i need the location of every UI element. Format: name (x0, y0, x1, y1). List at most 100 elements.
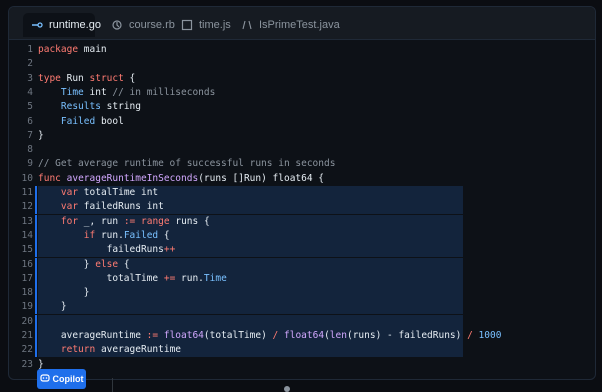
code-line: 1 package main (9, 43, 595, 57)
line-number: 23 (21, 358, 33, 370)
line-number: 16 (21, 258, 33, 270)
line-code: Results string (38, 100, 141, 114)
code-token: main (78, 44, 107, 55)
code-token: float64 (163, 330, 204, 341)
line-number: 19 (21, 301, 33, 313)
java-icon (241, 19, 253, 31)
line-code: } (38, 129, 44, 143)
selection-gutter-marker (35, 329, 37, 343)
tab-runtime-go[interactable]: runtime.go (23, 13, 101, 37)
code-token: var (60, 201, 79, 213)
line-number: 9 (27, 158, 33, 170)
code-line: 12 var failedRuns int (9, 200, 595, 215)
code-line: 21 averageRuntime := float64(totalTime) … (9, 329, 595, 343)
code-token: averageRuntime (38, 330, 147, 341)
code-token: int (83, 86, 113, 98)
line-code: totalTime += run.Time (38, 272, 227, 286)
divider (112, 378, 113, 392)
line-code: } (38, 286, 90, 300)
code-line: 9 // Get average runtime of successful ru… (9, 157, 595, 171)
code-line: 3 type Run struct { (9, 72, 595, 86)
selection-gutter-marker (35, 186, 37, 200)
code-token: failedRuns int (78, 201, 164, 213)
line-number: 1 (27, 44, 33, 55)
line-code: averageRuntime := float64(totalTime) / f… (38, 329, 502, 343)
tab-course-rb[interactable]: course.rb (103, 13, 175, 37)
line-number: 5 (27, 101, 33, 113)
code-line: 14 if run.Failed { (9, 228, 595, 243)
code-token: totalTime (38, 272, 164, 284)
code-line: 22 return averageRuntime (9, 343, 595, 358)
selection-gutter-marker (35, 228, 37, 243)
code-token: (runs []Run) float64 { (198, 172, 325, 184)
code-token: Run (60, 72, 90, 84)
selection-gutter-marker (35, 257, 37, 272)
code-token: // in milliseconds (112, 86, 216, 98)
code-token: type (38, 72, 61, 84)
line-code: if run.Failed { (38, 229, 170, 243)
line-number: 8 (27, 144, 33, 156)
tab-isprimetest-java[interactable]: IsPrimeTest.java (233, 13, 340, 37)
code-line: 16 } else { (9, 257, 595, 272)
go-icon (31, 19, 43, 31)
selection-highlight (38, 286, 463, 301)
code-token: averageRuntime (95, 344, 182, 356)
line-code: } (38, 300, 67, 314)
selection-highlight (38, 314, 463, 329)
code-token: bool (95, 115, 124, 127)
copilot-label: Copilot (52, 374, 84, 384)
line-code: package main (38, 43, 107, 57)
code-line: 18 } (9, 286, 595, 301)
line-number: 13 (21, 215, 33, 227)
code-token: (totalTime) (203, 330, 273, 341)
code-token: Time (60, 86, 84, 98)
code-line: 19 } (9, 300, 595, 315)
tab-time-js[interactable]: time.js (173, 13, 231, 37)
cursor-dot (284, 386, 290, 392)
code-token: len (329, 330, 347, 341)
code-token: (runs) - failedRuns) (346, 330, 468, 341)
code-token: if (83, 229, 96, 241)
code-line: 15 failedRuns++ (9, 243, 595, 258)
copilot-icon (39, 373, 50, 385)
line-number: 18 (21, 287, 33, 299)
code-line: 11 var totalTime int (9, 186, 595, 200)
line-number: 21 (21, 330, 33, 341)
tab-label: runtime.go (49, 19, 101, 31)
code-token: } (38, 358, 44, 370)
code-token: Failed (60, 115, 96, 127)
code-token: := (146, 330, 159, 341)
line-code: type Run struct { (38, 72, 135, 86)
line-number: 14 (21, 229, 33, 241)
line-number: 10 (21, 172, 33, 184)
code-token: var (60, 187, 79, 198)
code-editor-window: runtime.go course.rb time.js IsPrimeTest… (8, 6, 596, 380)
code-token: func (38, 172, 61, 184)
code-token: } (38, 129, 44, 141)
code-token: Time (203, 272, 227, 284)
code-token: } (38, 287, 90, 299)
code-line: 23} (9, 358, 595, 372)
copilot-button[interactable]: Copilot (37, 369, 86, 389)
code-token: range (141, 215, 170, 227)
js-icon (181, 19, 193, 31)
code-token: failedRuns (38, 244, 164, 256)
line-number: 6 (27, 115, 33, 127)
code-token: else (95, 258, 119, 270)
code-token: } (38, 258, 96, 270)
code-token: runs { (169, 215, 210, 227)
code-token: return (60, 344, 96, 356)
line-number: 11 (21, 187, 33, 198)
line-number: 12 (21, 201, 33, 213)
code-token: := (123, 215, 136, 227)
line-code: for _, run := range runs { (38, 215, 210, 229)
code-token: Results (60, 101, 101, 113)
file-tab-bar: runtime.go course.rb time.js IsPrimeTest… (9, 7, 595, 40)
selection-gutter-marker (35, 343, 37, 358)
code-line: 5 Results string (9, 100, 595, 114)
code-line: 10 func averageRuntimeInSeconds(runs []Ru… (9, 172, 595, 186)
